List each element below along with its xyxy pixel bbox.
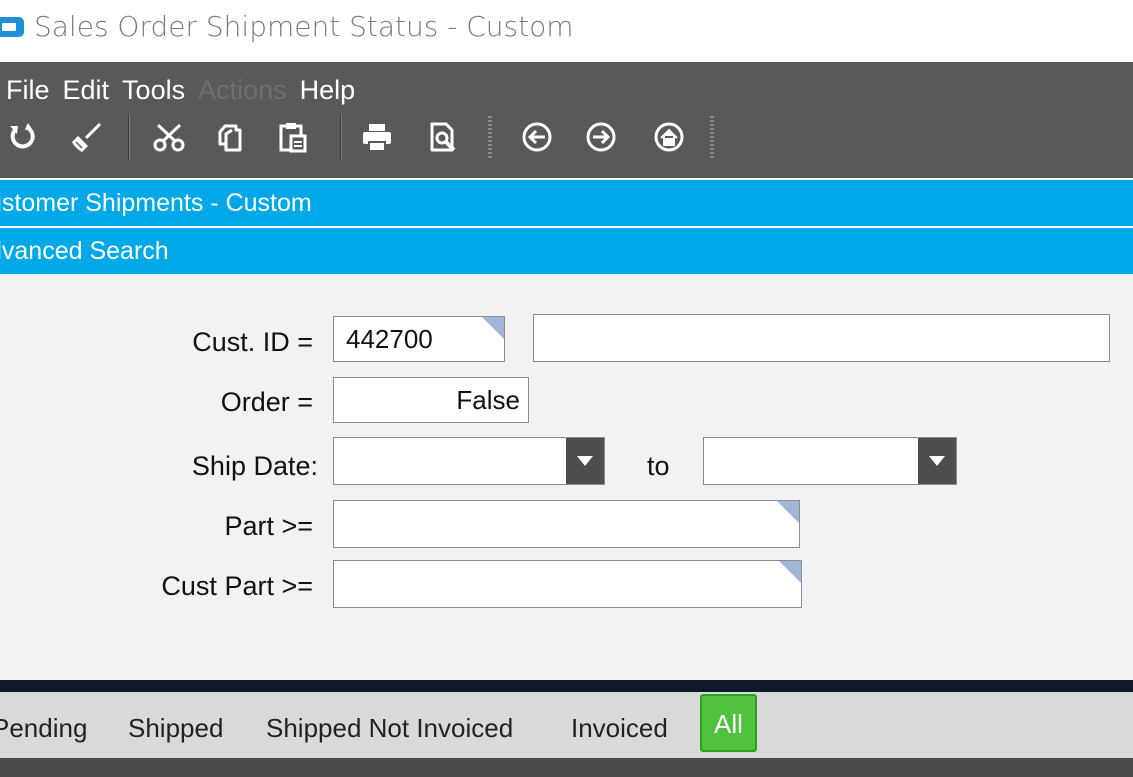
tabs-divider — [0, 680, 1133, 692]
print-preview-icon[interactable] — [420, 114, 466, 160]
tab-shipped-not-invoiced[interactable]: Shipped Not Invoiced — [266, 692, 513, 758]
form-header: ustomer Shipments - Custom — [0, 180, 1133, 226]
menu-actions: Actions — [198, 75, 287, 105]
print-icon[interactable] — [354, 114, 400, 160]
chevron-down-icon — [577, 456, 593, 466]
advanced-search-title: dvanced Search — [0, 237, 169, 265]
refresh-icon[interactable] — [0, 114, 46, 160]
forward-icon[interactable] — [578, 114, 624, 160]
tab-shipped[interactable]: Shipped — [128, 692, 223, 758]
form-title: ustomer Shipments - Custom — [0, 189, 312, 217]
advanced-search-header[interactable]: dvanced Search — [0, 228, 1133, 274]
order-input[interactable]: False — [333, 377, 529, 423]
search-corner-icon[interactable] — [779, 561, 801, 583]
cust-id-label: Cust. ID = — [192, 327, 313, 357]
status-tabs: Pending Shipped Shipped Not Invoiced Inv… — [0, 692, 1133, 758]
toolbar-grip[interactable] — [488, 116, 492, 160]
window-title: Sales Order Shipment Status - Custom — [34, 10, 574, 43]
part-label: Part >= — [224, 511, 313, 541]
copy-icon[interactable] — [208, 114, 254, 160]
cust-id-input[interactable]: 442700 — [333, 316, 505, 362]
clear-brush-icon[interactable] — [64, 114, 110, 160]
ship-date-from-input[interactable] — [333, 437, 605, 485]
tab-invoiced[interactable]: Invoiced — [571, 692, 668, 758]
to-label: to — [647, 451, 670, 481]
grid-header-strip — [0, 758, 1133, 777]
menu-file[interactable]: File — [6, 73, 63, 107]
tab-all[interactable]: All — [700, 694, 757, 752]
tab-pending[interactable]: Pending — [0, 692, 87, 758]
order-value: False — [456, 385, 520, 415]
menu-toolbar-area: File Edit Tools Actions Help — [0, 62, 1133, 178]
menu-edit[interactable]: Edit — [63, 73, 123, 107]
toolbar-grip[interactable] — [710, 116, 714, 160]
title-bar: Sales Order Shipment Status - Custom — [0, 0, 1133, 62]
home-icon[interactable] — [646, 114, 692, 160]
ship-date-from-dropdown-button[interactable] — [566, 438, 604, 484]
menu-help[interactable]: Help — [300, 73, 369, 107]
search-corner-icon[interactable] — [777, 501, 799, 523]
toolbar-separator — [340, 114, 341, 160]
cust-part-label: Cust Part >= — [161, 571, 313, 601]
order-label: Order = — [220, 387, 313, 417]
menu-tools[interactable]: Tools — [122, 73, 198, 107]
toolbar — [0, 110, 740, 166]
app-icon — [0, 17, 24, 37]
menu-bar: File Edit Tools Actions Help — [6, 73, 368, 107]
paste-icon[interactable] — [270, 114, 316, 160]
toolbar-separator — [128, 114, 129, 160]
cust-name-field — [533, 314, 1110, 362]
cust-part-input[interactable] — [333, 560, 802, 608]
ship-date-label: Ship Date: — [191, 451, 318, 481]
part-input[interactable] — [333, 500, 800, 548]
cust-id-value: 442700 — [346, 324, 433, 354]
back-icon[interactable] — [514, 114, 560, 160]
cut-icon[interactable] — [146, 114, 192, 160]
chevron-down-icon — [929, 456, 945, 466]
ship-date-to-dropdown-button[interactable] — [918, 438, 956, 484]
search-corner-icon[interactable] — [482, 317, 504, 339]
advanced-search-panel: Cust. ID = 442700 Order = False Ship Dat… — [0, 274, 1133, 680]
ship-date-to-input[interactable] — [703, 437, 957, 485]
